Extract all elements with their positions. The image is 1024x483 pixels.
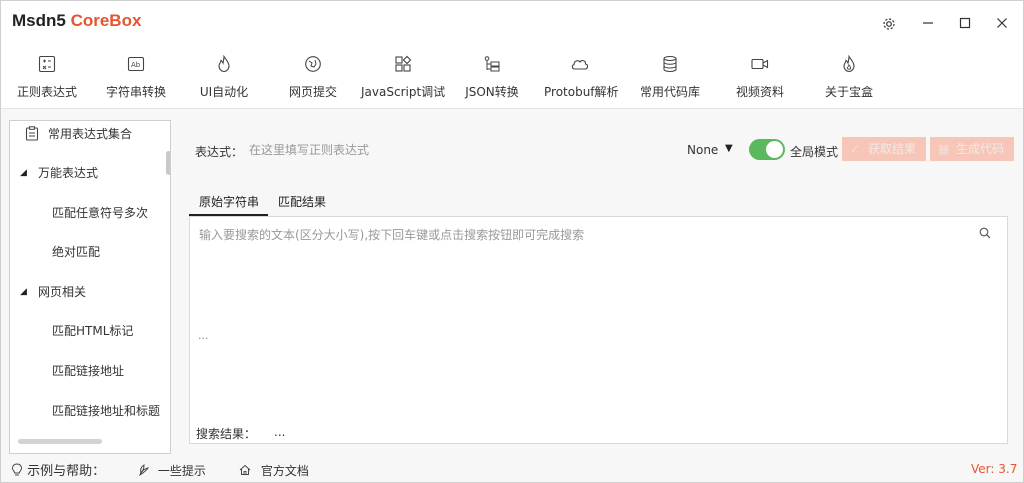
tips-link[interactable]: 一些提示 — [138, 462, 206, 479]
plant-icon — [138, 464, 150, 479]
code-grid-icon: ▦ — [938, 142, 950, 156]
tree-item-link-title-label: 匹配链接地址和标题 — [52, 404, 161, 418]
toolbar-ui-automation-label: UI自动化 — [199, 85, 249, 99]
official-docs-label: 官方文档 — [260, 464, 309, 478]
svg-text:Ab: Ab — [131, 61, 141, 69]
dropdown-caret-icon[interactable]: ▼ — [725, 143, 733, 154]
toolbar-about[interactable]: 关于宝盒 — [823, 55, 875, 105]
lightbulb-icon — [11, 463, 23, 481]
tree-group-universal-label: 万能表达式 — [38, 166, 99, 180]
check-icon: ✓ — [850, 142, 861, 156]
tree-item-absolute-match-label: 绝对匹配 — [52, 245, 101, 259]
help-label: 示例与帮助： — [27, 464, 106, 479]
text-convert-icon: Ab — [104, 55, 168, 77]
database-icon — [639, 55, 701, 77]
app-title-brand: CoreBox — [70, 11, 142, 30]
regex-mode-select[interactable]: None — [687, 143, 718, 157]
generate-code-button[interactable]: ▦ 生成代码 — [930, 137, 1014, 161]
global-mode-toggle[interactable] — [749, 139, 785, 160]
get-result-button[interactable]: ✓ 获取结果 — [842, 137, 926, 161]
tree-root-item[interactable]: 常用表达式集合 — [10, 123, 166, 145]
toolbar-json-convert-label: JSON转换 — [465, 85, 519, 99]
search-icon[interactable] — [979, 227, 991, 242]
expression-label: 表达式： — [195, 145, 244, 159]
title-bar: Msdn5 CoreBox — [1, 1, 1023, 45]
clipboard-icon — [25, 126, 39, 148]
flame-outline-icon — [823, 55, 875, 77]
toolbar-string-convert[interactable]: Ab 字符串转换 — [104, 55, 168, 105]
toolbar-videos[interactable]: 视频资料 — [735, 55, 785, 105]
tree-group-universal[interactable]: ◢ 万能表达式 — [10, 162, 166, 184]
content-panel: ... 搜索结果： ... — [189, 216, 1008, 444]
tab-original-string[interactable]: 原始字符串 — [189, 192, 268, 216]
expression-tree: 常用表达式集合 ◢ 万能表达式 匹配任意符号多次 绝对匹配 ◢ 网页相关 匹配H… — [9, 120, 171, 454]
toolbar-string-convert-label: 字符串转换 — [105, 85, 166, 99]
tree-structure-icon — [464, 55, 520, 77]
tree-item-match-any-label: 匹配任意符号多次 — [52, 206, 149, 220]
toolbar-web-submit[interactable]: 网页提交 — [287, 55, 339, 105]
toolbar-regex-label: 正则表达式 — [16, 85, 77, 99]
expression-input[interactable] — [249, 139, 669, 161]
version-label: Ver: 3.7 — [971, 462, 1018, 476]
toolbar-regex[interactable]: 正则表达式 — [15, 55, 79, 105]
tree-group-web[interactable]: ◢ 网页相关 — [10, 281, 166, 303]
toolbar-ui-automation[interactable]: UI自动化 — [196, 55, 252, 105]
video-icon — [735, 55, 785, 77]
toolbar-about-label: 关于宝盒 — [824, 85, 873, 99]
tree-root-label: 常用表达式集合 — [48, 127, 133, 141]
tree-item-link-title[interactable]: 匹配链接地址和标题 — [10, 400, 166, 422]
home-icon — [239, 464, 251, 479]
official-docs-link[interactable]: 官方文档 — [239, 462, 309, 479]
close-icon[interactable] — [991, 13, 1013, 35]
expand-triangle-icon[interactable]: ◢ — [20, 281, 27, 303]
search-input[interactable] — [199, 225, 959, 245]
maximize-icon[interactable] — [954, 13, 976, 35]
toolbar-web-submit-label: 网页提交 — [288, 85, 337, 99]
tree-item-link[interactable]: 匹配链接地址 — [10, 360, 166, 382]
globe-icon — [287, 55, 339, 77]
app-title-main: Msdn5 — [12, 11, 71, 30]
search-result-label: 搜索结果： — [196, 427, 257, 441]
flame-icon — [196, 55, 252, 77]
toolbar-js-debug-label: JavaScript调试 — [361, 85, 446, 99]
tree-horizontal-scrollbar[interactable] — [18, 439, 102, 444]
settings-gear-icon[interactable] — [878, 13, 900, 35]
grid-icon — [361, 55, 445, 77]
search-result-value: ... — [274, 425, 286, 439]
tips-label: 一些提示 — [157, 464, 206, 478]
regex-icon — [15, 55, 79, 77]
tab-match-result[interactable]: 匹配结果 — [278, 192, 326, 216]
toolbar-code-library[interactable]: 常用代码库 — [639, 55, 701, 105]
cloud-icon — [544, 55, 616, 77]
minimize-icon[interactable] — [917, 13, 939, 35]
tree-item-absolute-match[interactable]: 绝对匹配 — [10, 241, 166, 263]
expand-triangle-icon[interactable]: ◢ — [20, 162, 27, 184]
main-toolbar: 正则表达式 Ab 字符串转换 UI自动化 网页提交 JavaScript调试 J… — [1, 45, 1023, 109]
toolbar-code-library-label: 常用代码库 — [639, 85, 700, 99]
tree-item-match-any[interactable]: 匹配任意符号多次 — [10, 202, 166, 224]
content-ellipsis: ... — [198, 329, 209, 342]
toolbar-json-convert[interactable]: JSON转换 — [464, 55, 520, 105]
global-mode-label: 全局模式 — [790, 145, 839, 159]
help-section: 示例与帮助： — [11, 460, 105, 481]
generate-code-label: 生成代码 — [956, 142, 1005, 156]
tree-item-html-tag-label: 匹配HTML标记 — [52, 324, 134, 338]
tree-item-link-label: 匹配链接地址 — [52, 364, 125, 378]
toolbar-protobuf-label: Protobuf解析 — [544, 85, 619, 99]
toolbar-videos-label: 视频资料 — [735, 85, 784, 99]
toggle-knob — [766, 141, 783, 158]
toolbar-protobuf[interactable]: Protobuf解析 — [544, 55, 619, 105]
get-result-label: 获取结果 — [868, 142, 917, 156]
app-window: Msdn5 CoreBox 正则表达式 Ab 字符串转换 UI自动化 网页提交 … — [0, 0, 1024, 483]
toolbar-js-debug[interactable]: JavaScript调试 — [361, 55, 445, 105]
tree-vertical-scrollbar[interactable] — [166, 151, 170, 175]
tree-item-html-tag[interactable]: 匹配HTML标记 — [10, 320, 166, 342]
tree-group-web-label: 网页相关 — [38, 285, 87, 299]
app-title: Msdn5 CoreBox — [12, 11, 141, 31]
